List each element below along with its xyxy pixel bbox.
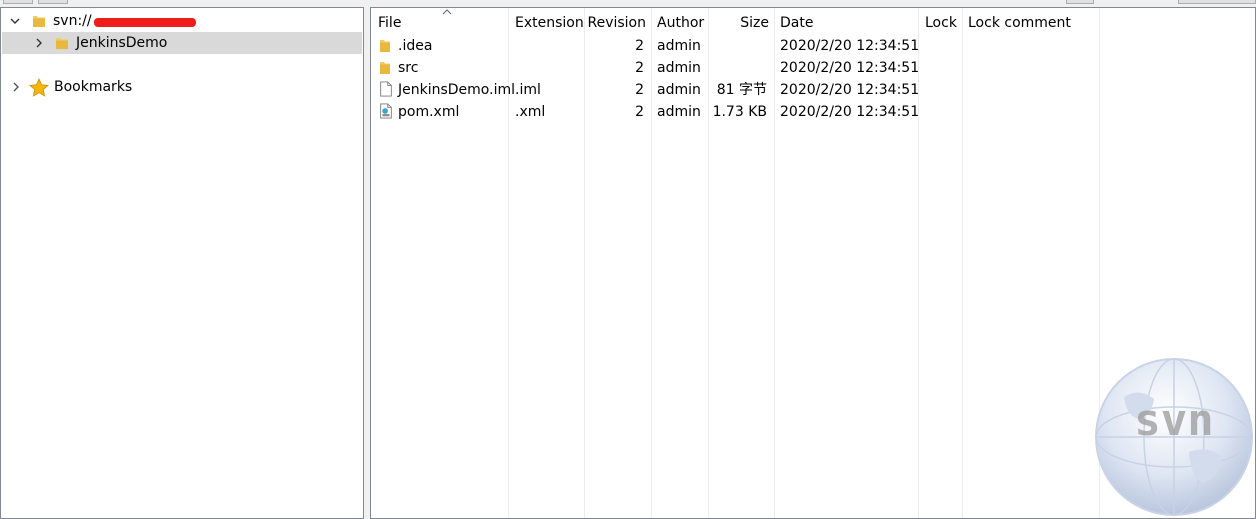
file-revision: 2	[635, 38, 644, 54]
file-author: admin	[657, 104, 701, 120]
file-author: admin	[657, 82, 701, 98]
tree-item-root[interactable]: svn://	[2, 10, 362, 32]
column-header-file-label: File	[378, 15, 402, 31]
xml-file-icon	[380, 103, 392, 119]
toolbar-button-right-b[interactable]	[1178, 0, 1256, 4]
file-size: 81 字节	[716, 82, 767, 98]
file-name: pom.xml	[398, 104, 460, 120]
file-icon	[380, 81, 392, 97]
file-size: 1.73 KB	[712, 104, 767, 120]
column-header-size[interactable]: Size	[709, 8, 769, 36]
tree-item-bookmarks-label: Bookmarks	[54, 79, 133, 95]
folder-icon	[33, 16, 45, 27]
file-date: 2020/2/20 12:34:51	[780, 38, 920, 54]
file-date: 2020/2/20 12:34:51	[780, 60, 920, 76]
file-revision: 2	[635, 82, 644, 98]
chevron-down-icon[interactable]	[8, 10, 22, 32]
tree-item-jenkinsdemo-label: JenkinsDemo	[76, 35, 168, 51]
file-extension: .iml	[515, 82, 541, 98]
star-icon	[29, 78, 49, 97]
toolbar-button-forward[interactable]	[38, 0, 68, 4]
file-name: src	[398, 60, 419, 76]
file-author: admin	[657, 38, 701, 54]
file-size	[709, 35, 767, 57]
svn-globe-logo: svn	[1095, 358, 1253, 516]
table-row[interactable]: .idea 2 admin 2020/2/20 12:34:51	[371, 35, 1255, 57]
table-row[interactable]: JenkinsDemo.iml .iml 2 admin 81 字节 2020/…	[371, 79, 1255, 101]
file-date: 2020/2/20 12:34:51	[780, 104, 920, 120]
file-revision: 2	[635, 60, 644, 76]
table-row[interactable]: src 2 admin 2020/2/20 12:34:51	[371, 57, 1255, 79]
column-header-lock-comment[interactable]: Lock comment	[968, 8, 1071, 36]
repository-tree[interactable]: svn:// JenkinsDemo Bookmarks	[0, 7, 364, 519]
sort-ascending-icon	[442, 9, 452, 15]
toolbar-strip	[0, 0, 1256, 7]
folder-icon	[380, 62, 390, 74]
column-header-file[interactable]: File	[378, 8, 503, 36]
column-header-author[interactable]: Author	[657, 8, 704, 36]
file-extension: .xml	[515, 104, 546, 120]
file-date: 2020/2/20 12:34:51	[780, 82, 920, 98]
watermark-text: svn	[1134, 395, 1213, 446]
chevron-right-icon[interactable]	[9, 76, 23, 98]
toolbar-button-back[interactable]	[3, 0, 33, 4]
chevron-right-icon[interactable]	[32, 32, 46, 54]
file-revision: 2	[635, 104, 644, 120]
column-header-extension[interactable]: Extension	[515, 8, 584, 36]
column-header-date[interactable]: Date	[780, 8, 813, 36]
file-name: JenkinsDemo.iml	[398, 82, 515, 98]
column-header-row: File Extension Revision Author Size Date…	[371, 8, 1255, 36]
column-header-revision[interactable]: Revision	[585, 8, 646, 36]
tree-item-root-label: svn://	[53, 13, 92, 29]
table-row[interactable]: pom.xml .xml 2 admin 1.73 KB 2020/2/20 1…	[371, 101, 1255, 123]
tree-item-bookmarks[interactable]: Bookmarks	[2, 76, 362, 98]
tree-item-jenkinsdemo[interactable]: JenkinsDemo	[2, 32, 362, 54]
redaction-mark	[94, 18, 196, 27]
file-size	[709, 57, 767, 79]
folder-icon	[56, 38, 68, 49]
column-header-lock[interactable]: Lock	[925, 8, 957, 36]
toolbar-button-right-a[interactable]	[1066, 0, 1094, 4]
folder-icon	[380, 40, 390, 52]
file-name: .idea	[398, 38, 433, 54]
file-author: admin	[657, 60, 701, 76]
